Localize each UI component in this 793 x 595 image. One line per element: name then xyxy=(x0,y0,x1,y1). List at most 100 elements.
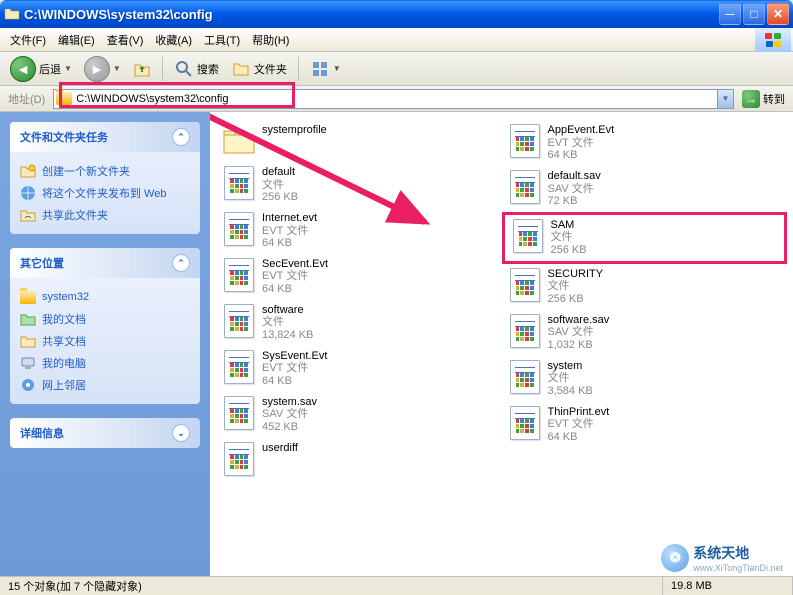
file-size: 3,584 KB xyxy=(548,385,593,398)
sidebar: 文件和文件夹任务 ⌃ 创建一个新文件夹将这个文件夹发布到 Web共享此文件夹 其… xyxy=(0,112,210,576)
menu-tools[interactable]: 工具(T) xyxy=(198,29,246,51)
file-item[interactable]: software文件13,824 KB xyxy=(216,300,502,346)
back-arrow-icon: ◄ xyxy=(10,56,36,82)
file-type: 文件 xyxy=(548,372,593,385)
address-path: C:\WINDOWS\system32\config xyxy=(76,93,228,105)
file-item[interactable]: AppEvent.EvtEVT 文件64 KB xyxy=(502,120,788,166)
status-text: 15 个对象(加 7 个隐藏对象) xyxy=(0,577,663,595)
forward-button[interactable]: ► ▼ xyxy=(80,53,125,85)
chevron-down-icon: ▼ xyxy=(113,64,121,73)
file-name: software.sav xyxy=(548,314,610,327)
folder-icon xyxy=(222,125,256,158)
other-item-1[interactable]: 我的文档 xyxy=(20,308,190,330)
addressbar: 地址(D) C:\WINDOWS\system32\config ▼ → 转到 xyxy=(0,86,793,112)
chevron-down-icon: ⌄ xyxy=(172,424,190,442)
file-type: EVT 文件 xyxy=(548,418,610,431)
file-type: SAV 文件 xyxy=(548,326,610,339)
close-button[interactable]: ✕ xyxy=(767,3,789,25)
menu-edit[interactable]: 编辑(E) xyxy=(52,29,101,51)
task-item-0[interactable]: 创建一个新文件夹 xyxy=(20,160,190,182)
other-item-3[interactable]: 我的电脑 xyxy=(20,352,190,374)
details-header[interactable]: 详细信息 ⌄ xyxy=(10,418,200,448)
file-size: 72 KB xyxy=(548,195,601,208)
file-pane[interactable]: systemprofiledefault文件256 KBInternet.evt… xyxy=(210,112,793,576)
my-computer-icon xyxy=(20,355,36,371)
file-icon xyxy=(224,166,254,200)
menu-favorites[interactable]: 收藏(A) xyxy=(149,29,198,51)
task-item-2[interactable]: 共享此文件夹 xyxy=(20,204,190,226)
file-size: 64 KB xyxy=(262,375,327,388)
address-dropdown-button[interactable]: ▼ xyxy=(717,90,733,108)
window-folder-icon xyxy=(4,6,20,22)
file-item[interactable]: default文件256 KB xyxy=(216,162,502,208)
other-item-0[interactable]: system32 xyxy=(20,286,190,308)
chevron-down-icon: ▼ xyxy=(64,64,72,73)
up-button[interactable] xyxy=(129,57,155,81)
file-name: default xyxy=(262,166,298,179)
file-item[interactable]: default.savSAV 文件72 KB xyxy=(502,166,788,212)
file-item[interactable]: SECURITY文件256 KB xyxy=(502,264,788,310)
statusbar: 15 个对象(加 7 个隐藏对象) 19.8 MB xyxy=(0,576,793,595)
views-button[interactable]: ▼ xyxy=(306,56,345,82)
task-panel: 文件和文件夹任务 ⌃ 创建一个新文件夹将这个文件夹发布到 Web共享此文件夹 xyxy=(10,122,200,234)
network-icon xyxy=(20,377,36,393)
other-places-panel: 其它位置 ⌃ system32我的文档共享文档我的电脑网上邻居 xyxy=(10,248,200,404)
file-name: SecEvent.Evt xyxy=(262,258,328,271)
file-icon xyxy=(510,360,540,394)
file-icon xyxy=(510,170,540,204)
minimize-button[interactable]: ─ xyxy=(719,3,741,25)
status-size: 19.8 MB xyxy=(663,577,793,595)
folder-icon xyxy=(56,92,72,105)
address-field[interactable]: C:\WINDOWS\system32\config ▼ xyxy=(53,89,734,109)
file-size: 64 KB xyxy=(262,283,328,296)
file-icon xyxy=(510,268,540,302)
file-item[interactable]: system.savSAV 文件452 KB xyxy=(216,392,502,438)
file-size: 13,824 KB xyxy=(262,329,313,342)
file-icon xyxy=(224,442,254,476)
file-name: system.sav xyxy=(262,396,317,409)
go-button[interactable]: → 转到 xyxy=(738,88,789,110)
file-item[interactable]: system文件3,584 KB xyxy=(502,356,788,402)
file-item[interactable]: Internet.evtEVT 文件64 KB xyxy=(216,208,502,254)
publish-web-icon xyxy=(20,185,36,201)
file-item[interactable]: SAM文件256 KB xyxy=(502,212,788,264)
other-item-2[interactable]: 共享文档 xyxy=(20,330,190,352)
other-places-header[interactable]: 其它位置 ⌃ xyxy=(10,248,200,278)
file-item[interactable]: userdiff xyxy=(216,438,502,480)
search-button[interactable]: 搜索 xyxy=(170,56,223,82)
titlebar: C:\WINDOWS\system32\config ─ □ ✕ xyxy=(0,0,793,28)
menu-file[interactable]: 文件(F) xyxy=(4,29,52,51)
file-name: default.sav xyxy=(548,170,601,183)
new-folder-icon xyxy=(20,163,36,179)
file-type: EVT 文件 xyxy=(262,270,328,283)
file-icon xyxy=(510,406,540,440)
menubar: 文件(F) 编辑(E) 查看(V) 收藏(A) 工具(T) 帮助(H) xyxy=(0,28,793,52)
file-item[interactable]: ThinPrint.evtEVT 文件64 KB xyxy=(502,402,788,448)
go-arrow-icon: → xyxy=(742,90,760,108)
other-item-4[interactable]: 网上邻居 xyxy=(20,374,190,396)
back-button[interactable]: ◄ 后退 ▼ xyxy=(6,53,76,85)
file-icon xyxy=(513,219,543,253)
file-name: software xyxy=(262,304,313,317)
file-size: 452 KB xyxy=(262,421,317,434)
task-panel-header[interactable]: 文件和文件夹任务 ⌃ xyxy=(10,122,200,152)
file-name: Internet.evt xyxy=(262,212,317,225)
watermark: ❂ 系统天地 www.XiTongTianDi.net xyxy=(661,543,783,573)
chevron-down-icon: ▼ xyxy=(333,64,341,73)
menu-help[interactable]: 帮助(H) xyxy=(246,29,295,51)
file-type: SAV 文件 xyxy=(548,183,601,196)
menu-view[interactable]: 查看(V) xyxy=(101,29,150,51)
file-item[interactable]: software.savSAV 文件1,032 KB xyxy=(502,310,788,356)
folder-icon xyxy=(20,289,36,305)
file-size: 64 KB xyxy=(548,149,615,162)
task-item-1[interactable]: 将这个文件夹发布到 Web xyxy=(20,182,190,204)
file-size: 256 KB xyxy=(262,191,298,204)
file-item[interactable]: SecEvent.EvtEVT 文件64 KB xyxy=(216,254,502,300)
windows-flag-icon xyxy=(755,28,791,52)
file-type: 文件 xyxy=(262,316,313,329)
folders-button[interactable]: 文件夹 xyxy=(227,56,291,82)
maximize-button[interactable]: □ xyxy=(743,3,765,25)
file-item[interactable]: SysEvent.EvtEVT 文件64 KB xyxy=(216,346,502,392)
file-type: 文件 xyxy=(551,231,587,244)
file-item[interactable]: systemprofile xyxy=(216,120,502,162)
